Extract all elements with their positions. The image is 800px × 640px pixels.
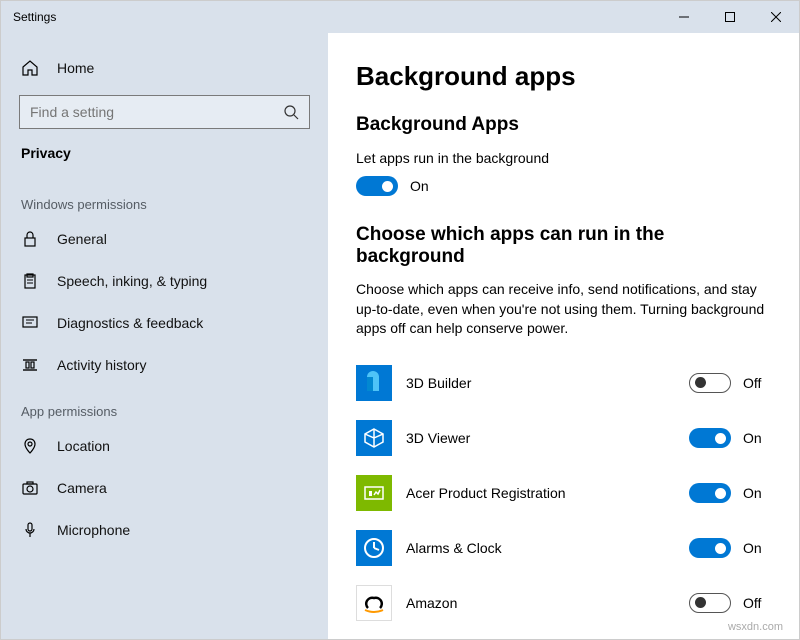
app-name: Amazon <box>406 595 689 611</box>
search-icon <box>283 104 299 120</box>
sidebar-item-label: Microphone <box>57 522 130 538</box>
app-toggle-state: On <box>743 485 762 501</box>
sidebar-item-general[interactable]: General <box>1 218 328 260</box>
window-title: Settings <box>13 10 661 24</box>
app-permissions-header: App permissions <box>1 386 328 425</box>
app-toggle[interactable] <box>689 593 731 613</box>
sidebar-item-label: Activity history <box>57 357 146 373</box>
sidebar-item-microphone[interactable]: Microphone <box>1 509 328 551</box>
search-input[interactable] <box>30 104 283 120</box>
apps-list: 3D BuilderOff3D ViewerOnAcer Product Reg… <box>356 361 773 626</box>
app-toggle[interactable] <box>689 428 731 448</box>
app-name: 3D Builder <box>406 375 689 391</box>
master-toggle-state: On <box>410 178 429 194</box>
app-toggle[interactable] <box>689 373 731 393</box>
close-button[interactable] <box>753 1 799 33</box>
sidebar-item-label: General <box>57 231 107 247</box>
app-toggle-wrap: On <box>689 428 773 448</box>
app-toggle[interactable] <box>689 538 731 558</box>
app-icon <box>356 530 392 566</box>
microphone-icon <box>21 522 39 538</box>
app-toggle-state: Off <box>743 595 761 611</box>
sidebar-item-label: Camera <box>57 480 107 496</box>
lock-icon <box>21 231 39 247</box>
app-toggle-wrap: On <box>689 483 773 503</box>
app-toggle-wrap: On <box>689 538 773 558</box>
app-toggle-wrap: Off <box>689 593 773 613</box>
search-box[interactable] <box>19 95 310 129</box>
app-icon <box>356 475 392 511</box>
app-icon <box>356 585 392 621</box>
app-toggle[interactable] <box>689 483 731 503</box>
minimize-button[interactable] <box>661 1 707 33</box>
sidebar-item-activity[interactable]: Activity history <box>1 344 328 386</box>
location-icon <box>21 438 39 454</box>
sidebar-item-label: Speech, inking, & typing <box>57 273 207 289</box>
main-content: Background apps Background Apps Let apps… <box>328 33 799 639</box>
home-link[interactable]: Home <box>1 47 328 89</box>
watermark: wsxdn.com <box>728 621 783 633</box>
sidebar-item-label: Diagnostics & feedback <box>57 315 203 331</box>
app-toggle-state: On <box>743 430 762 446</box>
home-label: Home <box>57 60 94 76</box>
app-row: 3D Builder Off <box>356 361 773 406</box>
app-toggle-wrap: Off <box>689 373 773 393</box>
sidebar-item-camera[interactable]: Camera <box>1 467 328 509</box>
app-icon <box>356 365 392 401</box>
app-toggle-state: On <box>743 540 762 556</box>
titlebar: Settings <box>1 1 799 33</box>
page-title: Background apps <box>356 61 773 92</box>
windows-permissions-header: Windows permissions <box>1 179 328 218</box>
feedback-icon <box>21 315 39 331</box>
master-toggle-label: Let apps run in the background <box>356 150 773 166</box>
category-label: Privacy <box>1 143 328 179</box>
sidebar: Home Privacy Windows permissions General <box>1 33 328 639</box>
clipboard-icon <box>21 273 39 289</box>
app-row: Amazon Off <box>356 581 773 626</box>
app-name: Acer Product Registration <box>406 485 689 501</box>
app-icon <box>356 420 392 456</box>
window-controls <box>661 1 799 33</box>
sidebar-item-speech[interactable]: Speech, inking, & typing <box>1 260 328 302</box>
apps-section-description: Choose which apps can receive info, send… <box>356 280 773 339</box>
app-row: 3D Viewer On <box>356 416 773 461</box>
camera-icon <box>21 480 39 496</box>
app-row: Alarms & Clock On <box>356 526 773 571</box>
app-toggle-state: Off <box>743 375 761 391</box>
app-name: Alarms & Clock <box>406 540 689 556</box>
home-icon <box>21 59 39 77</box>
apps-section-title: Choose which apps can run in the backgro… <box>356 224 773 268</box>
maximize-button[interactable] <box>707 1 753 33</box>
app-row: Acer Product Registration On <box>356 471 773 516</box>
sidebar-item-diagnostics[interactable]: Diagnostics & feedback <box>1 302 328 344</box>
section-subtitle: Background Apps <box>356 114 773 136</box>
history-icon <box>21 357 39 373</box>
sidebar-item-label: Location <box>57 438 110 454</box>
app-name: 3D Viewer <box>406 430 689 446</box>
master-toggle[interactable] <box>356 176 398 196</box>
sidebar-item-location[interactable]: Location <box>1 425 328 467</box>
